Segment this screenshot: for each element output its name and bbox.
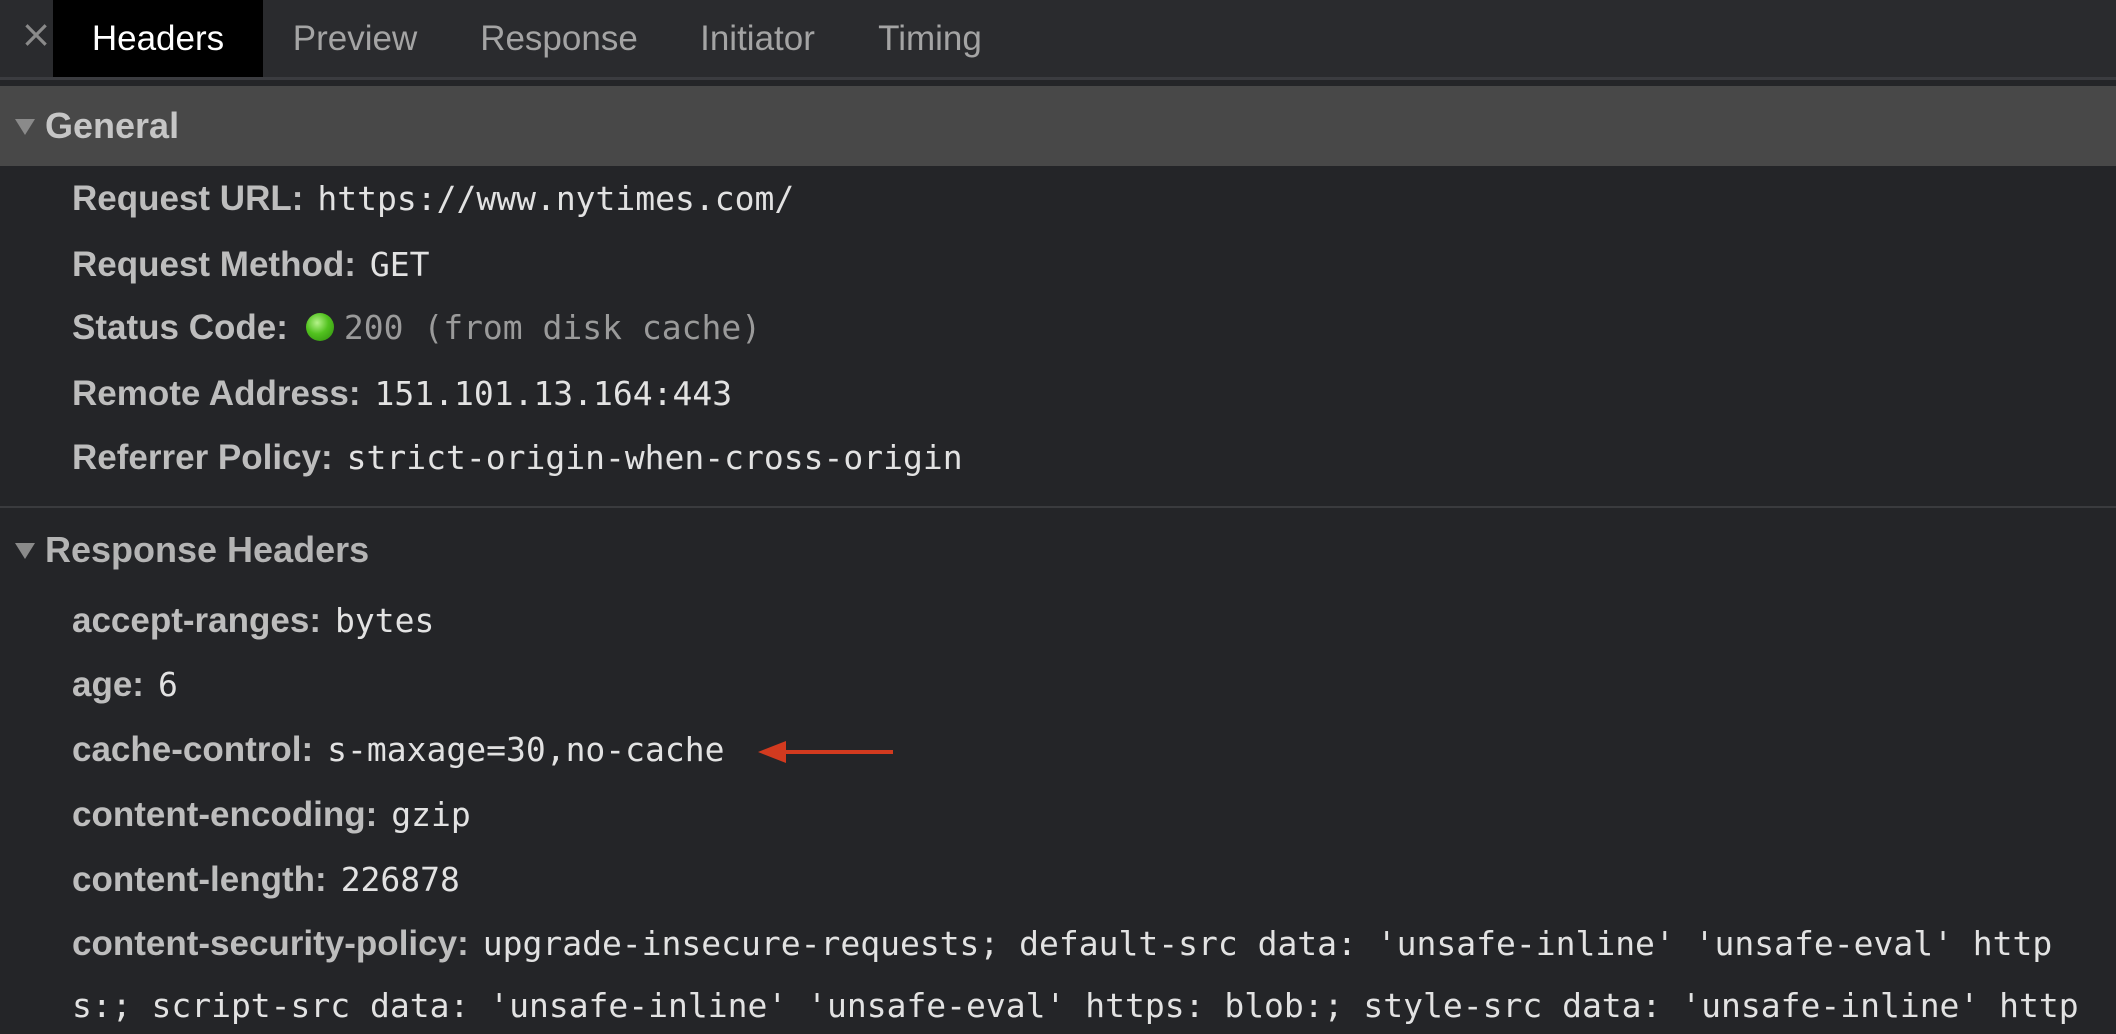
response-headers-section-header[interactable]: Response Headers: [0, 510, 2116, 590]
section-title: Response Headers: [45, 529, 370, 570]
header-key: content-encoding:: [72, 795, 378, 834]
header-value: 200 (from disk cache): [343, 308, 762, 347]
tab-timing[interactable]: Timing: [865, 0, 995, 77]
referrer-policy-row: Referrer Policy: strict-origin-when-cross…: [72, 437, 963, 479]
tab-response[interactable]: Response: [460, 0, 658, 77]
header-key: content-security-policy:: [72, 924, 469, 963]
header-value: strict-origin-when-cross-origin: [346, 438, 963, 477]
age-row: age: 6: [72, 664, 178, 706]
header-key: Status Code:: [72, 308, 288, 347]
header-key: Remote Address:: [72, 374, 361, 413]
header-key: accept-ranges:: [72, 601, 321, 640]
header-value: 151.101.13.164:443: [374, 374, 733, 413]
close-icon[interactable]: ×: [18, 14, 54, 54]
remote-address-row: Remote Address: 151.101.13.164:443: [72, 373, 732, 415]
header-key: Request Method:: [72, 245, 356, 284]
header-value: gzip: [391, 795, 471, 834]
content-security-policy-row: content-security-policy: upgrade-insecure…: [72, 923, 2052, 965]
header-value: s-maxage=30,no-cache: [327, 730, 725, 769]
header-key: Request URL:: [72, 179, 304, 218]
tab-headers[interactable]: Headers: [53, 0, 263, 77]
content-length-row: content-length: 226878: [72, 859, 460, 901]
expand-triangle-icon[interactable]: [15, 543, 35, 559]
section-title: General: [45, 105, 180, 146]
request-method-row: Request Method: GET: [72, 244, 430, 286]
content-encoding-row: content-encoding: gzip: [72, 794, 471, 836]
section-divider: [0, 506, 2116, 508]
cache-control-row: cache-control: s-maxage=30,no-cache: [72, 729, 725, 771]
tab-initiator[interactable]: Initiator: [680, 0, 835, 77]
annotation-arrow-icon: [758, 741, 893, 763]
header-key: age:: [72, 665, 144, 704]
header-value: upgrade-insecure-requests; default-src d…: [482, 924, 2053, 963]
header-value: 226878: [340, 860, 460, 899]
status-code-row: Status Code: 200 (from disk cache): [72, 307, 761, 349]
tab-preview[interactable]: Preview: [275, 0, 435, 77]
header-key: cache-control:: [72, 730, 314, 769]
header-value: 6: [157, 665, 178, 704]
header-value: https://www.nytimes.com/: [317, 179, 795, 218]
header-key: Referrer Policy:: [72, 438, 333, 477]
header-key: content-length:: [72, 860, 327, 899]
status-ok-icon: [305, 313, 334, 341]
general-section-header[interactable]: General: [0, 86, 2116, 166]
header-value: GET: [369, 245, 430, 284]
header-value: bytes: [334, 601, 435, 640]
request-url-row: Request URL: https://www.nytimes.com/: [72, 178, 794, 220]
devtools-tab-bar: × Headers Preview Response Initiator Tim…: [0, 0, 2116, 80]
content-security-policy-continuation: s:; script-src data: 'unsafe-inline' 'un…: [72, 986, 2079, 1025]
accept-ranges-row: accept-ranges: bytes: [72, 600, 434, 642]
expand-triangle-icon[interactable]: [15, 119, 35, 135]
